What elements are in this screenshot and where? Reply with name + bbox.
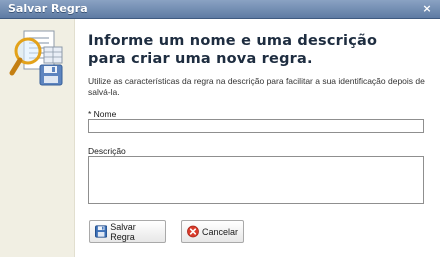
sidebar-panel [0,19,75,257]
magnifier-document-save-icon [9,30,63,86]
close-button[interactable]: × [421,2,433,16]
page-heading: Informe um nome e uma descrição para cri… [88,33,378,67]
cancel-label: Cancelar [201,226,238,237]
description-textarea[interactable] [88,156,424,204]
dialog-titlebar: Salvar Regra × [0,0,440,19]
save-rule-button[interactable]: Salvar Regra [89,220,166,243]
cancel-circle-icon [187,225,199,238]
info-text: Utilize as características da regra na d… [88,76,425,97]
save-rule-label: Salvar Regra [110,221,136,242]
description-label: Descrição [88,146,126,156]
name-label: * Nome [88,109,117,119]
dialog-title: Salvar Regra [8,2,88,15]
cancel-button[interactable]: Cancelar [181,220,244,243]
name-input[interactable] [88,119,424,133]
floppy-disk-icon [95,225,108,238]
